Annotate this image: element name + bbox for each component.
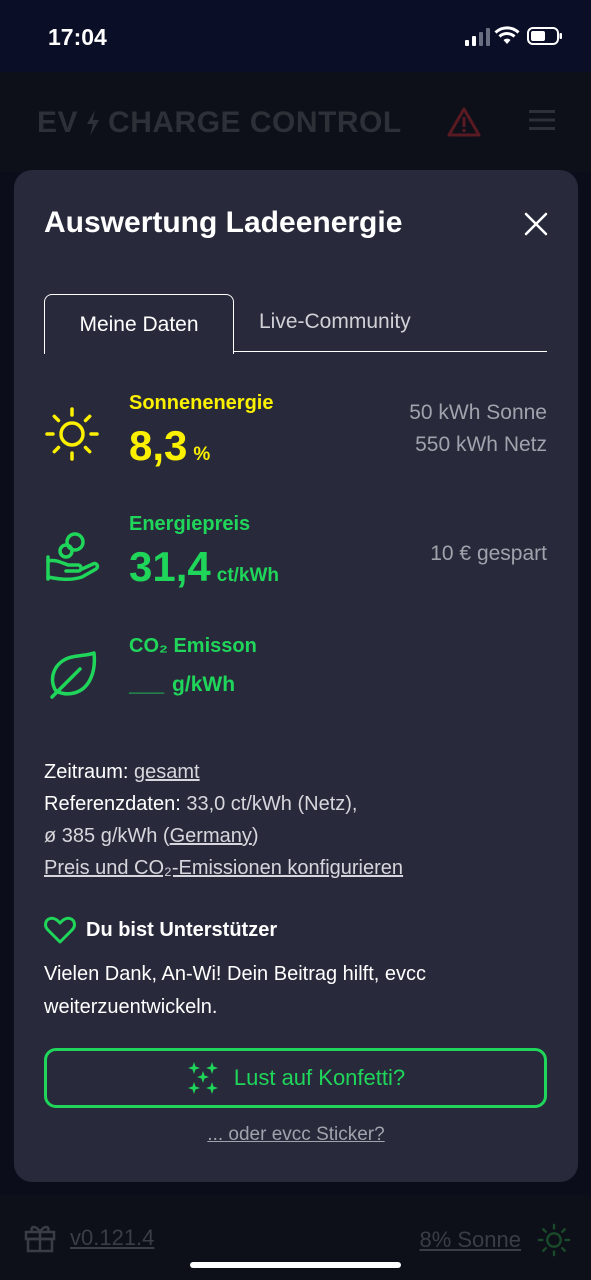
- co2-average-row: ø 385 g/kWh (Germany): [44, 820, 547, 852]
- lightning-icon: [87, 110, 100, 136]
- co2-label: CO₂ Emisson: [129, 635, 257, 657]
- footer-version-group: v0.121.4: [24, 1223, 154, 1253]
- reference-value: 33,0 ct/kWh (Netz),: [186, 793, 358, 815]
- solar-label: Sonnenenergie: [129, 392, 274, 414]
- price-metric: Energiepreis 31,4 ct/kWh 10 € gespart: [44, 513, 547, 603]
- supporter-heading: Du bist Unterstützer: [44, 916, 277, 944]
- co2-value: ___ g/kWh: [129, 673, 235, 697]
- price-details: 10 € gespart: [430, 538, 547, 570]
- brand-text-right: CHARGE CONTROL: [108, 106, 402, 139]
- reference-label: Referenzdaten:: [44, 793, 181, 815]
- warning-icon[interactable]: [447, 107, 481, 137]
- price-label: Energiepreis: [129, 513, 251, 535]
- sun-footer-icon: [537, 1223, 571, 1257]
- tab-bar: Meine Daten Live-Community: [44, 294, 547, 354]
- heart-icon: [44, 916, 76, 944]
- co2-metric: CO₂ Emisson ___ g/kWh: [44, 635, 547, 715]
- price-value: 31,4 ct/kWh: [129, 543, 279, 591]
- solar-details: 50 kWh Sonne 550 kWh Netz: [409, 397, 547, 461]
- version-link[interactable]: v0.121.4: [70, 1225, 154, 1251]
- solar-value: 8,3%: [129, 422, 210, 470]
- solar-kwh: 50 kWh Sonne: [409, 401, 547, 424]
- coins-hand-icon: [46, 532, 100, 582]
- co2-unit: g/kWh: [172, 673, 236, 696]
- confetti-label: Lust auf Konfetti?: [233, 1065, 406, 1090]
- leaf-icon: [50, 651, 97, 699]
- gift-icon: [24, 1225, 56, 1253]
- status-time: 17:04: [48, 24, 107, 50]
- configure-link[interactable]: Preis und CO₂-Emissionen konfigurieren: [44, 857, 403, 879]
- reference-row: Referenzdaten: 33,0 ct/kWh (Netz),: [44, 788, 547, 820]
- solar-metric: Sonnenenergie 8,3% 50 kWh Sonne 550 kWh …: [44, 392, 547, 482]
- solar-unit: %: [193, 444, 211, 465]
- sun-share-link[interactable]: 8% Sonne: [419, 1227, 521, 1253]
- period-label: Zeitraum:: [44, 761, 129, 783]
- home-indicator[interactable]: [190, 1262, 401, 1268]
- co2-average-suffix: ): [251, 825, 259, 847]
- signal-icon: [465, 28, 490, 46]
- brand-logo: EV CHARGE CONTROL: [37, 106, 402, 140]
- energy-evaluation-modal: Auswertung Ladeenergie Meine Daten Live-…: [14, 170, 578, 1182]
- app-bar: EV CHARGE CONTROL: [0, 72, 591, 172]
- brand-text-left: EV: [37, 106, 79, 139]
- menu-icon[interactable]: [529, 109, 555, 131]
- battery-icon: [527, 27, 562, 45]
- period-link[interactable]: gesamt: [134, 761, 200, 783]
- period-row: Zeitraum: gesamt: [44, 756, 547, 788]
- co2-amount: ___: [129, 673, 165, 696]
- region-link[interactable]: Germany: [170, 825, 252, 847]
- modal-title: Auswertung Ladeenergie: [44, 206, 403, 239]
- price-unit: ct/kWh: [216, 565, 280, 586]
- sticker-link[interactable]: ... oder evcc Sticker?: [14, 1124, 578, 1146]
- solar-percent: 8,3: [129, 422, 188, 469]
- status-bar: 17:04: [0, 0, 591, 72]
- co2-average-prefix: ø 385 g/kWh (: [44, 825, 170, 847]
- close-icon[interactable]: [522, 210, 550, 238]
- price-amount: 31,4: [129, 543, 211, 590]
- supporter-message: Vielen Dank, An-Wi! Dein Beitrag hilft, …: [44, 963, 427, 1018]
- tab-meine-daten[interactable]: Meine Daten: [44, 294, 234, 354]
- sun-icon: [45, 407, 99, 461]
- wifi-icon: [494, 26, 520, 44]
- savings-amount: 10 € gespart: [430, 542, 547, 565]
- grid-kwh: 550 kWh Netz: [415, 433, 547, 456]
- supporter-title: Du bist Unterstützer: [86, 918, 278, 941]
- tab-live-community[interactable]: Live-Community: [259, 310, 411, 334]
- sparkles-icon: [187, 1062, 218, 1094]
- reference-info: Zeitraum: gesamt Referenzdaten: 33,0 ct/…: [44, 756, 547, 884]
- confetti-button[interactable]: Lust auf Konfetti?: [44, 1048, 547, 1108]
- footer-sun-group: 8% Sonne: [419, 1223, 571, 1257]
